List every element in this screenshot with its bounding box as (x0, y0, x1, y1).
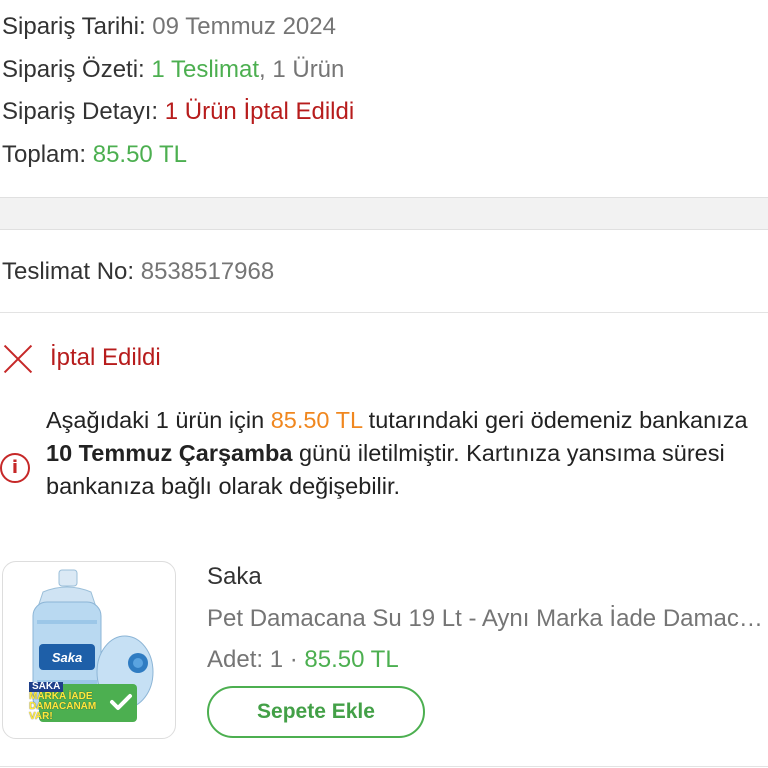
order-total-value: 85.50 TL (92, 141, 188, 168)
order-summary-items: 1 Ürün (265, 56, 345, 83)
text-fade (46, 498, 768, 512)
order-total-row: Toplam: 85.50 TL (2, 140, 187, 170)
section-divider (0, 197, 768, 230)
delivery-number-row: Teslimat No: 8538517968 (2, 257, 274, 287)
delivery-number-value: 8538517968 (140, 258, 275, 285)
product-quantity: Adet: 1 (207, 646, 284, 673)
divider-line (0, 312, 768, 313)
order-summary-label: Sipariş Özeti: (2, 56, 145, 83)
delivery-number-label: Teslimat No: (2, 258, 135, 285)
refund-amount: 85.50 TL (270, 407, 363, 433)
product-brand[interactable]: Saka (207, 562, 262, 592)
divider-line-bottom (0, 766, 768, 767)
order-date-value: 09 Temmuz 2024 (152, 13, 336, 40)
order-detail-label: Sipariş Detayı: (2, 98, 159, 125)
order-detail-value: 1 Ürün İptal Edildi (164, 98, 355, 125)
refund-info-part2: tutarındaki geri ödemeniz bankanıza (362, 407, 748, 433)
refund-info-text: Aşağıdaki 1 ürün için 85.50 TL tutarında… (46, 404, 768, 512)
cancel-status: İptal Edildi (0, 340, 161, 376)
close-icon (0, 340, 36, 376)
order-date-label: Sipariş Tarihi: (2, 13, 146, 40)
bottle-label-logo: Saka (52, 650, 82, 665)
product-image-card[interactable]: Saka SAKA MARKA İADE DAMACANAM VAR! (2, 561, 176, 739)
cancel-status-text: İptal Edildi (50, 344, 161, 371)
order-detail-row: Sipariş Detayı: 1 Ürün İptal Edildi (2, 97, 354, 127)
order-summary-delivery: 1 Teslimat (151, 56, 259, 83)
return-badge: SAKA MARKA İADE DAMACANAM VAR! (29, 682, 141, 726)
refund-info-part1: Aşağıdaki 1 ürün için (46, 407, 271, 433)
quantity-separator: · (283, 646, 305, 673)
order-summary-sep: , (259, 56, 266, 83)
order-summary-row: Sipariş Özeti: 1 Teslimat, 1 Ürün (2, 55, 344, 85)
order-date-row: Sipariş Tarihi: 09 Temmuz 2024 (2, 12, 336, 42)
product-quantity-row: Adet: 1 · 85.50 TL (207, 645, 399, 675)
check-icon (110, 694, 132, 710)
product-price: 85.50 TL (304, 646, 399, 673)
order-total-label: Toplam: (2, 141, 87, 168)
product-name[interactable]: Pet Damacana Su 19 Lt - Aynı Marka İade … (207, 604, 767, 634)
refund-date: 10 Temmuz Çarşamba (46, 440, 293, 466)
add-to-cart-button[interactable]: Sepete Ekle (207, 686, 425, 738)
info-circle-icon: i (0, 453, 30, 483)
badge-line4: VAR! (29, 711, 53, 722)
